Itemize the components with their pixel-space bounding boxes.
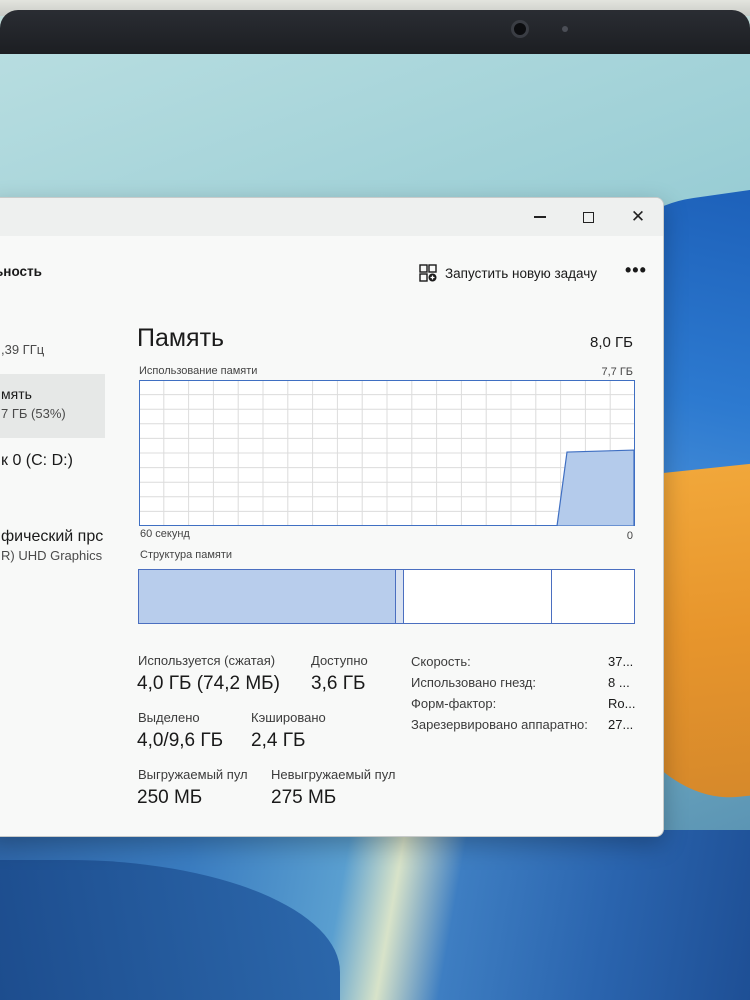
- more-options-button[interactable]: •••: [625, 260, 647, 281]
- webcam-icon: [511, 20, 529, 38]
- hardware-reserved-value: 27...: [608, 717, 634, 732]
- memory-title: Память: [137, 324, 225, 352]
- composition-modified: [396, 570, 404, 623]
- graph-usage-area: [556, 449, 635, 526]
- committed-label: Выделено: [138, 710, 200, 725]
- hardware-reserved-label: Зарезервировано аппаратно:: [411, 717, 588, 732]
- composition-free: [552, 570, 634, 623]
- committed-value: 4,0/9,6 ГБ: [137, 730, 224, 751]
- composition-standby: [403, 570, 553, 623]
- slots-used-value: 8 ...: [608, 675, 630, 690]
- form-factor-label: Форм-фактор:: [411, 696, 497, 711]
- graph-axis-left: 60 секунд: [140, 528, 190, 540]
- close-button[interactable]: ✕: [623, 204, 653, 230]
- speed-value: 37...: [608, 654, 634, 669]
- sidebar-item-gpu-sub[interactable]: R) UHD Graphics: [1, 548, 102, 563]
- paged-pool-label: Выгружаемый пул: [138, 767, 248, 782]
- cached-label: Кэшировано: [251, 710, 326, 725]
- available-label: Доступно: [311, 653, 368, 668]
- task-manager-window: ✕ ьность Запустить новую задачу ••• ,39 …: [0, 197, 664, 837]
- memory-composition-label: Структура памяти: [140, 549, 233, 561]
- available-value: 3,6 ГБ: [311, 673, 366, 694]
- memory-usage-label: Использование памяти: [139, 365, 258, 377]
- page-title-performance: ьность: [0, 264, 42, 279]
- in-use-label: Используется (сжатая): [138, 653, 276, 668]
- minimize-icon: [534, 216, 546, 218]
- graph-axis-right: 0: [626, 530, 633, 542]
- memory-composition-bar: [138, 569, 635, 624]
- title-bar: ✕: [0, 198, 663, 236]
- in-use-value: 4,0 ГБ (74,2 МБ): [137, 673, 280, 694]
- speed-label: Скорость:: [411, 654, 471, 669]
- memory-usage-graph: [139, 380, 635, 526]
- new-task-button[interactable]: Запустить новую задачу: [445, 266, 597, 281]
- close-icon: ✕: [630, 207, 646, 226]
- memory-usage-max: 7,7 ГБ: [601, 366, 633, 378]
- sidebar-item-disk[interactable]: к 0 (C: D:): [1, 452, 73, 470]
- nonpaged-pool-value: 275 МБ: [271, 787, 337, 808]
- cached-value: 2,4 ГБ: [251, 730, 306, 751]
- sidebar-item-memory-sub[interactable]: 7 ГБ (53%): [1, 406, 66, 421]
- new-task-icon[interactable]: [419, 264, 437, 282]
- sidebar-item-cpu-sub[interactable]: ,39 ГГц: [1, 342, 44, 357]
- sidebar-item-gpu[interactable]: фический прс: [1, 528, 103, 546]
- form-factor-value: Ro...: [608, 696, 636, 711]
- minimize-button[interactable]: [525, 204, 555, 230]
- paged-pool-value: 250 МБ: [137, 787, 203, 808]
- maximize-icon: [582, 211, 594, 223]
- composition-in-use: [139, 570, 397, 623]
- sidebar-item-memory[interactable]: мять: [1, 386, 32, 402]
- memory-total: 8,0 ГБ: [590, 334, 633, 351]
- maximize-button[interactable]: [573, 204, 603, 230]
- laptop-bezel: [0, 10, 750, 54]
- camera-indicator: [562, 26, 568, 32]
- slots-used-label: Использовано гнезд:: [411, 675, 536, 690]
- nonpaged-pool-label: Невыгружаемый пул: [271, 767, 396, 782]
